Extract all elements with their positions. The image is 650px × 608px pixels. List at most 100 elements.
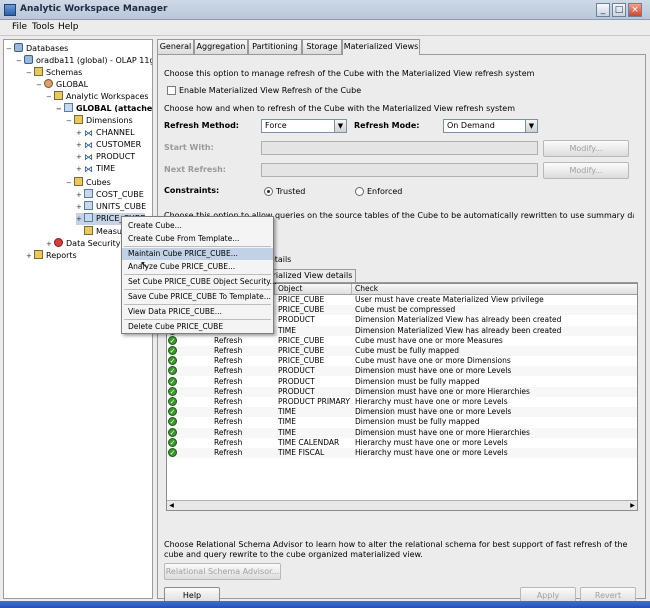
menu-item-create-cube-from-template[interactable]: Create Cube From Template...: [122, 233, 273, 245]
relational-schema-advisor-button[interactable]: Relational Schema Advisor...: [164, 563, 281, 580]
menu-item-view-data[interactable]: View Data PRICE_CUBE...: [122, 306, 273, 318]
refresh-mode-select[interactable]: On Demand ▼: [443, 119, 538, 133]
start-with-modify-button[interactable]: Modify...: [543, 140, 629, 157]
menu-item-set-object-security[interactable]: Set Cube PRICE_CUBE Object Security...: [122, 276, 277, 288]
table-row[interactable]: ✓ Refresh TIME FISCAL Hierarchy must have o…: [167, 448, 637, 458]
collapse-icon[interactable]: −: [36, 79, 43, 91]
table-row[interactable]: ✓ Refresh TIME Dimension must be fully mapp…: [167, 417, 637, 427]
folder-icon: [84, 226, 93, 235]
table-row[interactable]: ✓ Refresh TIME Dimension must have one or m…: [167, 427, 637, 438]
table-row[interactable]: ✓ Refresh PRODUCT Dimension must have one o…: [167, 366, 637, 377]
expand-icon[interactable]: +: [46, 238, 53, 250]
refresh-how-when-text: Choose how and when to refresh of the Cu…: [164, 104, 516, 113]
expand-icon[interactable]: +: [76, 213, 83, 225]
collapse-icon[interactable]: −: [46, 91, 53, 103]
table-cell-object: PRODUCT PRIMARY: [278, 397, 350, 406]
table-row[interactable]: ✓ Refresh TIME Dimension must have one or m…: [167, 407, 637, 418]
collapse-icon[interactable]: −: [66, 177, 73, 189]
cube-icon: [84, 201, 93, 210]
close-button[interactable]: ×: [628, 3, 642, 17]
menu-item-create-cube[interactable]: Create Cube...: [122, 220, 273, 232]
table-cell-check: Dimension must have one or more Levels: [355, 366, 512, 376]
table-cell-object: PRICE_CUBE: [278, 356, 325, 366]
table-row[interactable]: ✓ Refresh PRODUCT PRIMARY Hierarchy must ha…: [167, 397, 637, 407]
refresh-method-select[interactable]: Force ▼: [261, 119, 347, 133]
enforced-radio[interactable]: [355, 187, 364, 196]
tree-item-time[interactable]: + ⋈ TIME: [76, 163, 115, 175]
tab-general[interactable]: General: [157, 39, 194, 54]
tree-item-channel[interactable]: + ⋈ CHANNEL: [76, 127, 135, 139]
collapse-icon[interactable]: −: [56, 103, 63, 115]
refresh-mode-label: Refresh Mode:: [354, 121, 420, 130]
collapse-icon[interactable]: −: [66, 115, 73, 127]
table-cell-object: PRODUCT: [278, 386, 315, 396]
collapse-icon[interactable]: −: [26, 67, 33, 79]
menu-item-save-to-template[interactable]: Save Cube PRICE_CUBE To Template...: [122, 291, 273, 303]
check-passed-icon: ✓: [168, 386, 177, 396]
table-cell-type: Refresh: [214, 376, 243, 386]
tree-item-product[interactable]: + ⋈ PRODUCT: [76, 151, 135, 163]
table-cell-check: Dimension Materialized View has already …: [355, 315, 562, 325]
tree-item-connection[interactable]: − oradba11 (global) - OLAP 11g: [16, 55, 152, 67]
table-row[interactable]: ✓ Refresh PRICE_CUBE Cube must be fully map…: [167, 346, 637, 356]
expand-icon[interactable]: +: [26, 250, 33, 262]
menu-item-maintain-cube[interactable]: Maintain Cube PRICE_CUBE...: [122, 248, 273, 260]
table-cell-check: Cube must be fully mapped: [355, 346, 459, 355]
chevron-down-icon: ▼: [334, 120, 346, 132]
tab-storage[interactable]: Storage: [302, 39, 342, 54]
table-cell-object: PRICE_CUBE: [278, 305, 325, 315]
maximize-button[interactable]: □: [612, 3, 626, 17]
column-header-check[interactable]: Check: [352, 284, 637, 295]
trusted-radio[interactable]: [264, 187, 273, 196]
scroll-right-icon[interactable]: ▶: [628, 501, 637, 510]
tree-item-schemas[interactable]: − Schemas: [26, 67, 82, 79]
expand-icon[interactable]: +: [76, 127, 83, 139]
tree-item-dimensions[interactable]: − Dimensions: [66, 115, 133, 127]
menu-bar: File Tools Help: [0, 20, 650, 36]
tab-materialized-views[interactable]: Materialized Views: [342, 39, 420, 55]
refresh-method-label: Refresh Method:: [164, 121, 240, 130]
table-row[interactable]: ✓ Refresh TIME CALENDAR Hierarchy must have…: [167, 437, 637, 448]
column-header-object[interactable]: Object: [275, 284, 352, 295]
table-cell-check: Dimension Materialized View has already …: [355, 325, 562, 335]
check-passed-icon: ✓: [168, 437, 177, 447]
expand-icon[interactable]: +: [76, 189, 83, 201]
table-row[interactable]: ✓ Refresh PRICE_CUBE Cube must have one or …: [167, 356, 637, 366]
menu-tools[interactable]: Tools: [32, 22, 54, 32]
scroll-left-icon[interactable]: ◀: [167, 501, 176, 510]
table-cell-type: Refresh: [214, 437, 243, 447]
menu-file[interactable]: File: [12, 22, 27, 32]
tree-item-databases[interactable]: − Databases: [6, 43, 68, 55]
tab-partitioning[interactable]: Partitioning: [248, 39, 302, 54]
tree-item-analytic-workspaces[interactable]: − Analytic Workspaces: [46, 91, 149, 103]
table-row[interactable]: ✓ Refresh PRICE_CUBE Cube must have one or …: [167, 335, 637, 346]
horizontal-scrollbar[interactable]: ◀ ▶: [167, 500, 637, 510]
expand-icon[interactable]: +: [76, 139, 83, 151]
menu-item-delete-cube[interactable]: Delete Cube PRICE_CUBE: [122, 321, 273, 333]
check-passed-icon: ✓: [168, 407, 177, 417]
enable-mv-refresh-checkbox[interactable]: [167, 86, 176, 95]
table-row[interactable]: ✓ Refresh PRODUCT Dimension must have one o…: [167, 386, 637, 397]
tree-item-global-schema[interactable]: − GLOBAL: [36, 79, 88, 91]
tree-item-units-cube[interactable]: + UNITS_CUBE: [76, 201, 146, 213]
table-row[interactable]: ✓ Refresh PRODUCT Dimension must be fully m…: [167, 376, 637, 387]
tree-item-cost-cube[interactable]: + COST_CUBE: [76, 189, 144, 201]
collapse-icon[interactable]: −: [6, 43, 13, 55]
expand-icon[interactable]: +: [76, 201, 83, 213]
start-with-field[interactable]: [261, 141, 538, 155]
next-refresh-field[interactable]: [261, 163, 538, 177]
tab-aggregation[interactable]: Aggregation: [194, 39, 248, 54]
table-cell-check: Dimension must have one or more Hierarch…: [355, 427, 530, 437]
menu-help[interactable]: Help: [58, 22, 79, 32]
table-cell-check: Cube must be compressed: [355, 305, 456, 315]
collapse-icon[interactable]: −: [16, 55, 23, 67]
table-cell-type: Refresh: [214, 346, 243, 355]
expand-icon[interactable]: +: [76, 151, 83, 163]
tree-item-cubes[interactable]: − Cubes: [66, 177, 111, 189]
expand-icon[interactable]: +: [76, 163, 83, 175]
tree-item-reports[interactable]: + Reports: [26, 250, 77, 262]
next-refresh-modify-button[interactable]: Modify...: [543, 162, 629, 179]
tree-item-customer[interactable]: + ⋈ CUSTOMER: [76, 139, 141, 151]
minimize-button[interactable]: _: [596, 3, 610, 17]
tree-item-global-aw[interactable]: −GLOBAL (attached): [56, 103, 152, 115]
